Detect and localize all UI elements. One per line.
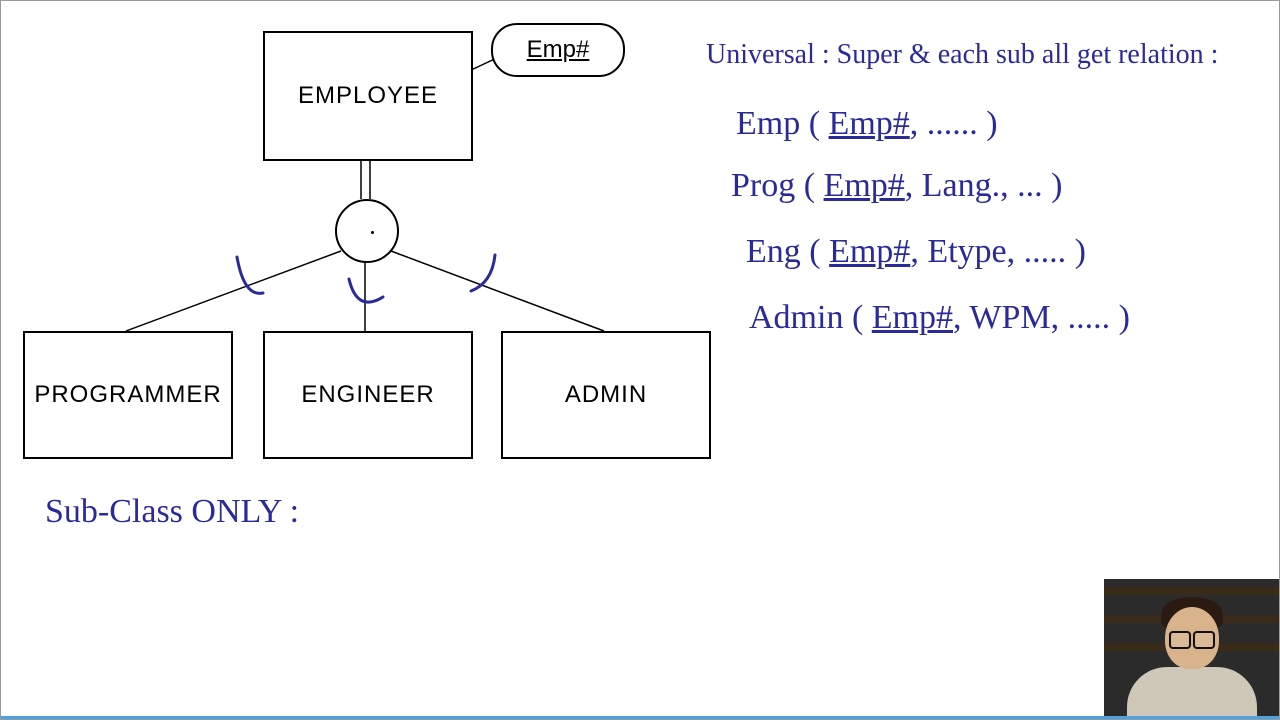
rel-admin-key: Emp# xyxy=(872,299,953,336)
rel-prog-key: Emp# xyxy=(824,167,905,204)
note-rel-prog: Prog ( Emp#, Lang., ... ) xyxy=(731,167,1062,205)
webcam-overlay xyxy=(1104,579,1279,719)
rel-prog-tail: , Lang., ... ) xyxy=(905,167,1063,204)
note-rel-admin: Admin ( Emp#, WPM, ..... ) xyxy=(749,299,1130,337)
entity-engineer: ENGINEER xyxy=(263,331,473,459)
note-rel-emp: Emp ( Emp#, ...... ) xyxy=(736,105,998,143)
presenter-shirt xyxy=(1127,667,1257,719)
bookshelf-row xyxy=(1104,587,1279,595)
note-subclass-only: Sub-Class ONLY : xyxy=(45,493,299,531)
rel-admin-head: Admin ( xyxy=(749,299,872,336)
rel-eng-tail: , Etype, ..... ) xyxy=(910,233,1086,270)
whiteboard: EMPLOYEE Emp# PROGRAMMER ENGINEER ADMIN … xyxy=(0,0,1280,720)
entity-employee: EMPLOYEE xyxy=(263,31,473,161)
rel-emp-tail: , ...... ) xyxy=(910,105,998,142)
rel-eng-head: Eng ( xyxy=(746,233,829,270)
rel-eng-key: Emp# xyxy=(829,233,910,270)
entity-programmer: PROGRAMMER xyxy=(23,331,233,459)
rel-emp-key: Emp# xyxy=(829,105,910,142)
entity-admin-label: ADMIN xyxy=(565,381,647,409)
presenter-glasses xyxy=(1167,631,1217,645)
entity-engineer-label: ENGINEER xyxy=(301,381,434,409)
rel-admin-tail: , WPM, ..... ) xyxy=(953,299,1130,336)
bottom-accent-bar xyxy=(1,716,1279,719)
attribute-emp-number-label: Emp# xyxy=(527,36,590,64)
specialization-circle xyxy=(335,199,399,263)
rel-prog-head: Prog ( xyxy=(731,167,824,204)
entity-employee-label: EMPLOYEE xyxy=(298,82,438,110)
rel-emp-head: Emp ( xyxy=(736,105,829,142)
entity-programmer-label: PROGRAMMER xyxy=(34,381,221,409)
note-rel-eng: Eng ( Emp#, Etype, ..... ) xyxy=(746,233,1086,271)
note-universal-heading: Universal : Super & each sub all get rel… xyxy=(706,39,1218,71)
attribute-emp-number: Emp# xyxy=(491,23,625,77)
entity-admin: ADMIN xyxy=(501,331,711,459)
circle-dot xyxy=(371,231,374,234)
